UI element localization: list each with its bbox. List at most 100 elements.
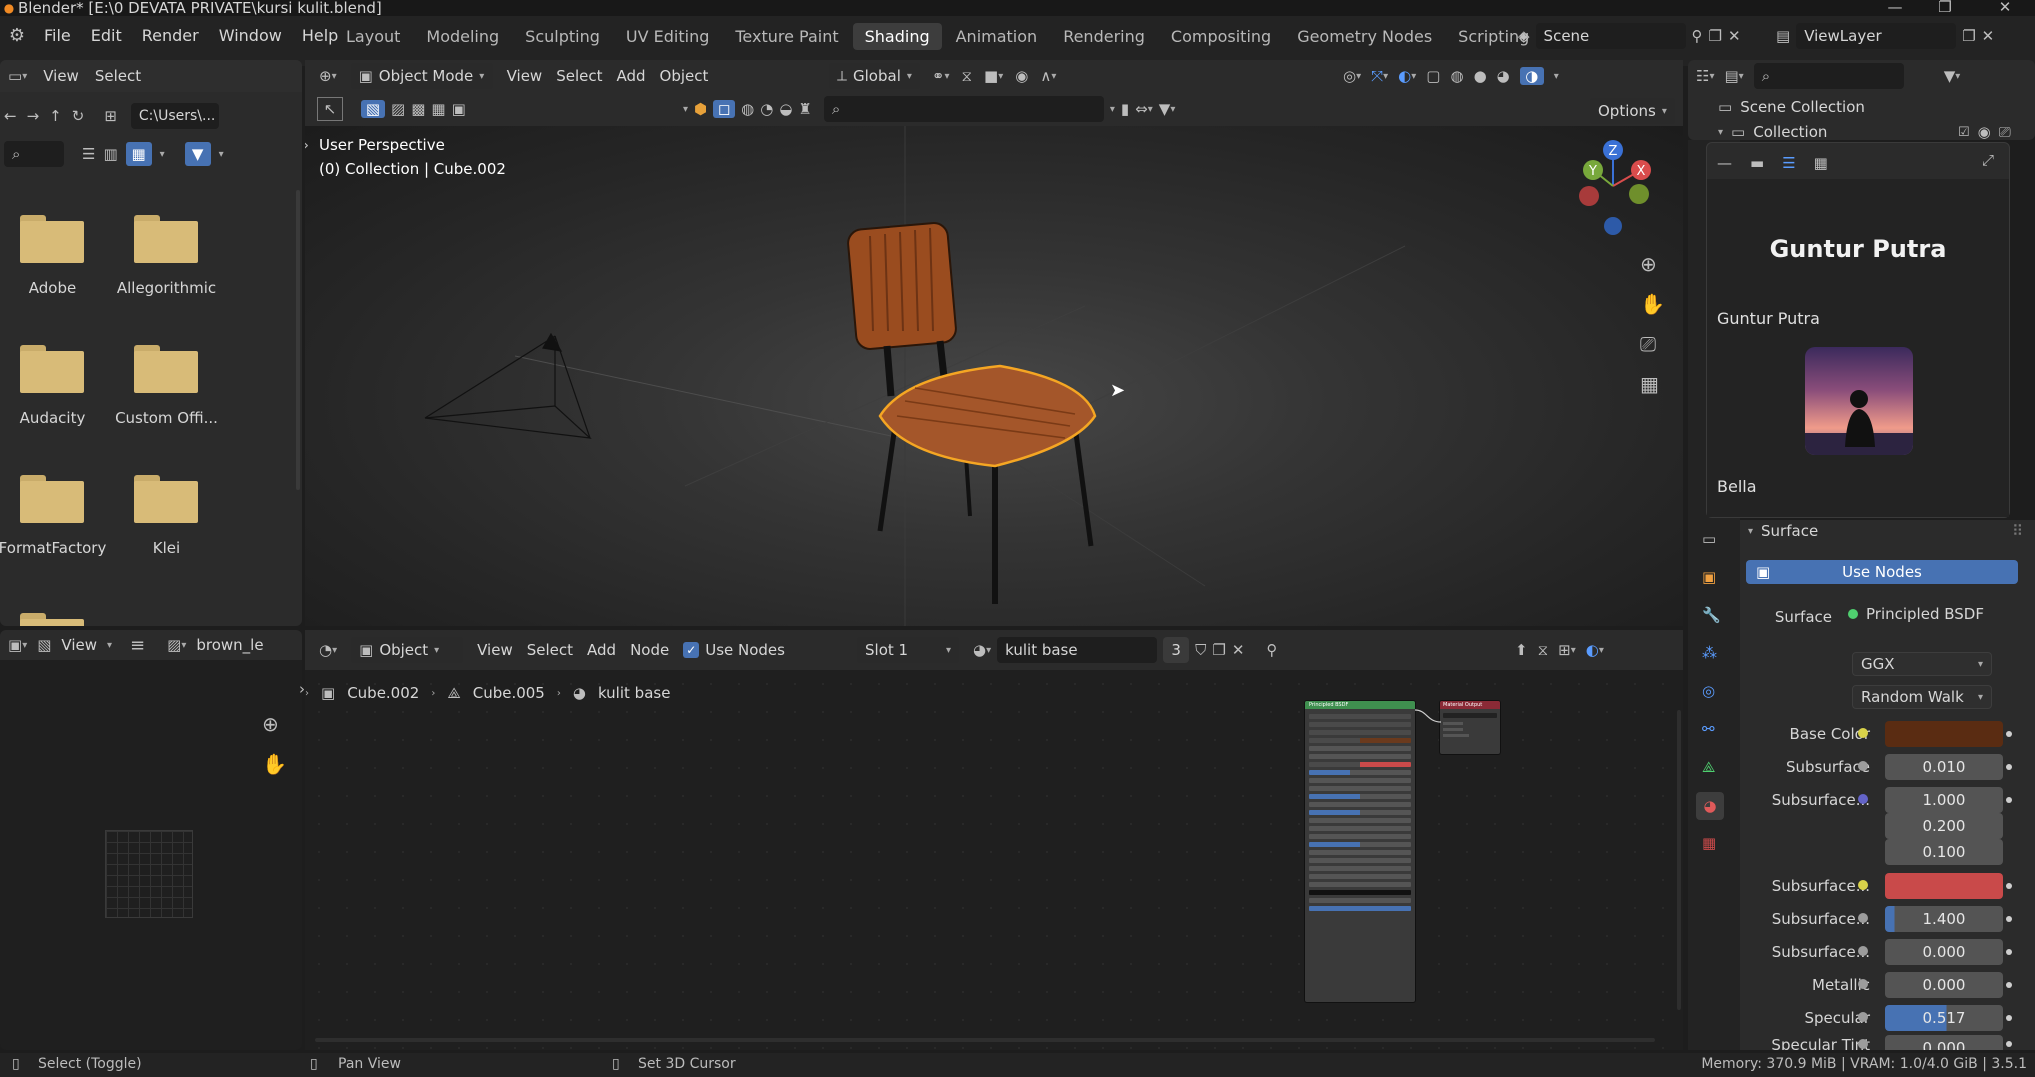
node-sidebar-expand-icon[interactable]: › (299, 680, 305, 698)
scene-selector[interactable]: ◈ Scene ⚲ ❐ ✕ (1518, 22, 1741, 50)
material-browse-icon[interactable]: ◕ ▾ (973, 641, 991, 659)
folder-item-adobe[interactable]: Adobe (0, 215, 110, 297)
subsurface-radius-y-field[interactable]: 0.200 (1885, 813, 2003, 839)
camera-restrict-icon[interactable]: ⎚ (1999, 123, 2011, 140)
ne-menu-view[interactable]: View (477, 641, 513, 659)
keyframe-dot-icon[interactable] (2006, 949, 2012, 955)
minimize-icon[interactable]: — (1880, 0, 1910, 15)
ne-menu-node[interactable]: Node (630, 641, 669, 659)
viewport-search-input[interactable]: ⌕ (823, 96, 1104, 122)
image-menu-hamburger-icon[interactable]: ≡ (130, 635, 145, 656)
tab-geometry-nodes[interactable]: Geometry Nodes (1285, 23, 1444, 50)
slot-dropdown[interactable]: Slot 1 ▾ (857, 637, 959, 663)
fb-menu-view[interactable]: View (43, 67, 79, 85)
keyframe-dot-icon[interactable] (2006, 1015, 2012, 1021)
lookdev-icon[interactable]: ◒ (779, 100, 792, 118)
wireframe-shading-icon[interactable]: ◍ (1450, 67, 1463, 85)
float-socket-icon[interactable] (1858, 1039, 1868, 1049)
folder-item-allegorithmic[interactable]: Allegorithmic (114, 215, 224, 297)
tab-shading[interactable]: Shading (852, 22, 942, 50)
remove-scene-icon[interactable]: ✕ (1728, 27, 1741, 45)
subsurface-radius-z-field[interactable]: 0.100 (1885, 839, 2003, 865)
tab-modifier-icon[interactable]: 🔧 (1702, 606, 1721, 624)
node-v-scrollbar[interactable] (1677, 710, 1681, 1010)
tab-particles-icon[interactable]: ⁂ (1702, 644, 1717, 662)
filter-options-chevron[interactable]: ▾ (219, 149, 224, 160)
scene-field[interactable]: Scene (1535, 23, 1686, 49)
zoom-icon[interactable]: ⊕ (1640, 252, 1657, 276)
search-chevron[interactable]: ▾ (1110, 104, 1115, 115)
new-folder-icon[interactable]: ⊞ (104, 107, 117, 125)
path-field[interactable]: C:\Users\... (130, 103, 219, 129)
fb-search-input[interactable]: ⌕ (4, 141, 64, 167)
float-socket-icon[interactable] (1858, 761, 1868, 771)
pin-icon[interactable]: ⚲ (1692, 27, 1703, 45)
render-icon[interactable]: ◔ (760, 100, 773, 118)
use-nodes-checkbox[interactable]: ✓ Use Nodes (683, 641, 785, 659)
rendered-shading-icon[interactable]: ◑ (1519, 67, 1544, 85)
float-socket-icon[interactable] (1858, 1012, 1868, 1022)
scene-collection-row[interactable]: ▭ Scene Collection (1718, 96, 1865, 118)
color-socket-icon[interactable] (1858, 880, 1868, 890)
drag-handle-icon[interactable]: ⠿ (2012, 522, 2023, 540)
unlink-material-icon[interactable]: ✕ (1232, 641, 1245, 659)
distribution-dropdown[interactable]: GGX ▾ (1852, 652, 1992, 676)
color-socket-icon[interactable] (1858, 728, 1868, 738)
tab-layout[interactable]: Layout (334, 23, 412, 50)
new-viewlayer-icon[interactable]: ❐ (1962, 27, 1975, 45)
surface-section-header[interactable]: ▾ Surface (1748, 520, 1818, 542)
keyframe-dot-icon[interactable] (2006, 1041, 2012, 1047)
material-name-field[interactable]: kulit base (997, 637, 1158, 663)
ne-menu-add[interactable]: Add (587, 641, 616, 659)
3d-viewport[interactable]: User Perspective (0) Collection | Cube.0… (305, 126, 1683, 626)
subsurface-anisotropy-field[interactable]: 0.000 (1885, 939, 2003, 965)
horizontal-list-icon[interactable]: ▥ (103, 145, 117, 163)
vp-menu-add[interactable]: Add (617, 67, 646, 85)
tab-modeling[interactable]: Modeling (414, 23, 511, 50)
folder-item-klei[interactable]: Klei (114, 475, 224, 557)
expand-card-icon[interactable]: ⤢ (1982, 151, 1994, 169)
subsurface-ior-field[interactable]: 1.400 (1885, 906, 2003, 932)
camera-rig-icon[interactable]: ♜ (798, 100, 811, 118)
folder-item-audacity[interactable]: Audacity (0, 345, 110, 427)
surface-shader-selector[interactable]: Principled BSDF (1848, 605, 1984, 623)
back-icon[interactable]: ← (4, 107, 17, 125)
image-zoom-icon[interactable]: ⊕ (262, 712, 279, 736)
vertical-list-icon[interactable]: ☰ (82, 145, 95, 163)
outliner-search-input[interactable]: ⌕ (1753, 63, 1904, 89)
transform-orientation-dropdown[interactable]: ⟂ Global ▾ (829, 63, 920, 89)
image-name-field[interactable]: brown_le (196, 636, 263, 654)
vp-menu-view[interactable]: View (507, 67, 543, 85)
snap-mode-icon[interactable]: ◻ (713, 100, 736, 118)
tab-compositing[interactable]: Compositing (1159, 23, 1283, 50)
vp-menu-select[interactable]: Select (556, 67, 602, 85)
menu-window[interactable]: Window (209, 26, 292, 45)
viewlayer-selector[interactable]: ▤ ViewLayer ❐ ✕ (1776, 22, 1994, 50)
folder-item-custom-office[interactable]: Custom Offi... (114, 345, 224, 427)
select-box-new-icon[interactable]: ▧ (361, 100, 385, 118)
float-socket-icon[interactable] (1858, 946, 1868, 956)
grid-card-icon[interactable]: ▦ (1814, 154, 1828, 172)
specular-field[interactable]: 0.517 (1885, 1005, 2003, 1031)
tab-sculpting[interactable]: Sculpting (513, 23, 612, 50)
material-users-count[interactable]: 3 (1163, 637, 1190, 663)
keyframe-dot-icon[interactable] (2006, 731, 2012, 737)
gizmo-toggle-icon[interactable]: ⤧ ▾ (1371, 67, 1388, 85)
breadcrumb-object[interactable]: Cube.002 (347, 684, 419, 702)
render-preview-icon[interactable]: ◍ (741, 100, 754, 118)
tab-physics-icon[interactable]: ◎ (1702, 682, 1715, 700)
remove-viewlayer-icon[interactable]: ✕ (1982, 27, 1995, 45)
pin-material-icon[interactable]: ⚲ (1266, 641, 1277, 659)
filter-chevron[interactable]: ▾ (683, 104, 688, 115)
navigation-gizmo[interactable]: Z X Y (1573, 136, 1653, 236)
collection-checkbox-icon[interactable]: ☑ (1958, 125, 1970, 140)
camera-view-icon[interactable]: ⎚ (1640, 332, 1656, 356)
metallic-field[interactable]: 0.000 (1885, 972, 2003, 998)
list-card-icon[interactable]: ☰ (1782, 154, 1795, 172)
fb-menu-select[interactable]: Select (95, 67, 141, 85)
image-pan-icon[interactable]: ✋ (262, 752, 287, 776)
keyframe-dot-icon[interactable] (2006, 764, 2012, 770)
vp-menu-object[interactable]: Object (660, 67, 709, 85)
select-box-subtract-icon[interactable]: ▩ (411, 100, 425, 118)
close-icon[interactable]: ✕ (1990, 0, 2020, 15)
